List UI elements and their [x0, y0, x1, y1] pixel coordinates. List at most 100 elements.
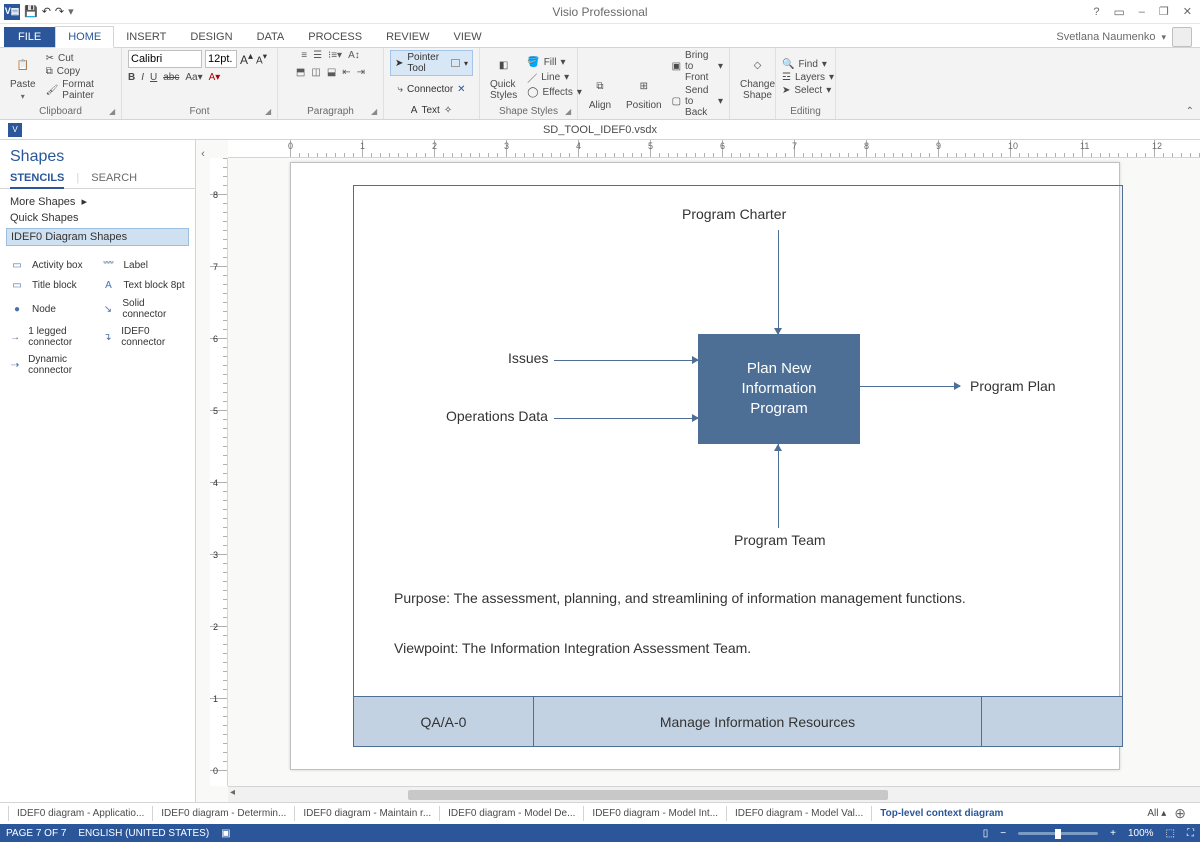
shape-activity-box[interactable]: ▭Activity box: [8, 258, 96, 272]
zoom-slider[interactable]: [1018, 832, 1098, 835]
drawing-page[interactable]: Program Charter Issues Operations Data: [290, 162, 1120, 770]
user-avatar-icon[interactable]: [1172, 27, 1192, 47]
tab-process[interactable]: PROCESS: [296, 27, 374, 47]
label-issues[interactable]: Issues: [508, 350, 548, 366]
arrow-bottom[interactable]: [778, 444, 779, 528]
shrink-font-button[interactable]: A▾: [256, 51, 267, 66]
indent-dec-icon[interactable]: ⇤: [342, 67, 350, 78]
tab-insert[interactable]: INSERT: [114, 27, 178, 47]
quick-shapes-item[interactable]: Quick Shapes: [10, 212, 185, 224]
full-screen-icon[interactable]: ⛶: [1187, 828, 1194, 839]
underline-button[interactable]: U: [150, 72, 157, 83]
shape-node[interactable]: ●Node: [8, 298, 96, 320]
stencils-tab[interactable]: STENCILS: [10, 172, 64, 189]
italic-button[interactable]: I: [141, 72, 144, 83]
paragraph-launcher-icon[interactable]: ◢: [371, 107, 381, 117]
font-launcher-icon[interactable]: ◢: [265, 107, 275, 117]
freeform-icon[interactable]: ✧: [444, 105, 452, 116]
align-top-icon[interactable]: ⬒: [296, 67, 305, 78]
tab-view[interactable]: VIEW: [441, 27, 493, 47]
minimize-button[interactable]: –: [1135, 4, 1149, 20]
restore-button[interactable]: ❐: [1155, 3, 1173, 20]
status-page[interactable]: PAGE 7 OF 7: [6, 828, 66, 839]
arrow-right[interactable]: [860, 386, 960, 387]
presentation-mode-icon[interactable]: ▯: [983, 828, 989, 839]
ribbon-options-button[interactable]: ▭: [1109, 3, 1128, 21]
select-button[interactable]: ➤Select▾: [782, 85, 834, 96]
sheet-tab[interactable]: IDEF0 diagram - Model De...: [439, 806, 583, 821]
user-name[interactable]: Svetlana Naumenko: [1056, 31, 1155, 43]
search-tab[interactable]: SEARCH: [91, 172, 137, 184]
sheet-tab[interactable]: IDEF0 diagram - Model Int...: [583, 806, 726, 821]
effects-button[interactable]: ◯Effects▾: [527, 87, 582, 98]
clipboard-launcher-icon[interactable]: ◢: [109, 107, 119, 117]
tab-design[interactable]: DESIGN: [178, 27, 244, 47]
fill-button[interactable]: 🪣Fill▾: [527, 57, 582, 68]
format-painter-button[interactable]: 🖌Format Painter: [46, 79, 115, 101]
qat-save-icon[interactable]: 💾: [24, 5, 38, 18]
change-shape-button[interactable]: ◇Change Shape: [736, 51, 779, 103]
text-tool-button[interactable]: AText✧: [406, 103, 457, 118]
shape-text-block[interactable]: AText block 8pt: [100, 278, 188, 292]
qat-redo-icon[interactable]: ↷: [55, 5, 64, 18]
font-family-select[interactable]: [128, 50, 202, 68]
collapse-ribbon-icon[interactable]: ⌃: [1186, 106, 1194, 117]
font-color-button[interactable]: A▾: [209, 72, 221, 83]
shape-title-block[interactable]: ▭Title block: [8, 278, 96, 292]
find-button[interactable]: 🔍Find▾: [782, 59, 834, 70]
viewpoint-text[interactable]: Viewpoint: The Information Integration A…: [394, 640, 1094, 656]
tab-file[interactable]: FILE: [4, 27, 55, 47]
shape-one-legged[interactable]: →1 legged connector: [8, 326, 96, 348]
cut-button[interactable]: ✂Cut: [46, 53, 115, 64]
line-button[interactable]: ／Line▾: [527, 70, 582, 85]
arrow-left2[interactable]: [554, 418, 698, 419]
more-shapes-item[interactable]: More Shapes ▸: [10, 195, 185, 208]
horizontal-scrollbar[interactable]: ◂: [228, 786, 1200, 802]
sheet-tab[interactable]: Top-level context diagram: [871, 806, 1011, 821]
align-center-h-icon[interactable]: ☰: [313, 50, 322, 61]
title-block-title[interactable]: Manage Information Resources: [534, 697, 982, 746]
tab-review[interactable]: REVIEW: [374, 27, 441, 47]
shape-label[interactable]: ﹌Label: [100, 258, 188, 272]
text-direction-icon[interactable]: A↕: [348, 50, 360, 61]
sheet-tab[interactable]: IDEF0 diagram - Maintain r...: [294, 806, 439, 821]
purpose-text[interactable]: Purpose: The assessment, planning, and s…: [394, 590, 1094, 606]
status-language[interactable]: ENGLISH (UNITED STATES): [78, 828, 209, 839]
align-left-h-icon[interactable]: ≡: [301, 50, 307, 61]
align-bottom-icon[interactable]: ⬓: [327, 67, 336, 78]
title-block-node[interactable]: QA/A-0: [354, 697, 534, 746]
qat-undo-icon[interactable]: ↶: [42, 5, 51, 18]
shape-styles-launcher-icon[interactable]: ◢: [565, 107, 575, 117]
scroll-left-icon[interactable]: ◂: [230, 787, 235, 798]
label-program-team[interactable]: Program Team: [734, 532, 826, 548]
label-program-plan[interactable]: Program Plan: [970, 378, 1056, 394]
close-button[interactable]: ✕: [1179, 3, 1196, 20]
bold-button[interactable]: B: [128, 72, 135, 83]
sheet-all-button[interactable]: All ▴: [1147, 808, 1166, 819]
shape-dynamic-connector[interactable]: ⇢Dynamic connector: [8, 354, 96, 376]
position-button[interactable]: ⊞Position: [622, 72, 666, 113]
doc-icon[interactable]: V: [8, 123, 22, 137]
macro-record-icon[interactable]: ▣: [221, 828, 230, 839]
shape-idef0-connector[interactable]: ↴IDEF0 connector: [100, 326, 188, 348]
sheet-tab[interactable]: IDEF0 diagram - Determin...: [152, 806, 294, 821]
idef0-shapes-item[interactable]: IDEF0 Diagram Shapes: [6, 228, 189, 246]
quick-styles-button[interactable]: ◧ Quick Styles: [486, 51, 521, 103]
case-button[interactable]: Aa▾: [185, 72, 202, 83]
send-to-back-button[interactable]: ▢Send to Back ▾: [672, 85, 723, 118]
align-button[interactable]: ⧉Align: [584, 72, 616, 113]
copy-button[interactable]: ⧉Copy: [46, 66, 115, 77]
arrow-top[interactable]: [778, 230, 779, 334]
tab-data[interactable]: DATA: [245, 27, 297, 47]
zoom-out-button[interactable]: −: [1000, 828, 1006, 839]
label-program-charter[interactable]: Program Charter: [682, 206, 786, 222]
arrow-left1[interactable]: [554, 360, 698, 361]
indent-inc-icon[interactable]: ⇥: [357, 67, 365, 78]
help-button[interactable]: ?: [1089, 4, 1103, 20]
fit-page-icon[interactable]: ⬚: [1166, 828, 1175, 839]
align-middle-icon[interactable]: ◫: [311, 67, 320, 78]
scroll-thumb[interactable]: [408, 790, 888, 800]
diagram-frame[interactable]: Program Charter Issues Operations Data: [353, 185, 1123, 747]
tab-home[interactable]: HOME: [55, 26, 114, 48]
zoom-level[interactable]: 100%: [1128, 828, 1154, 839]
